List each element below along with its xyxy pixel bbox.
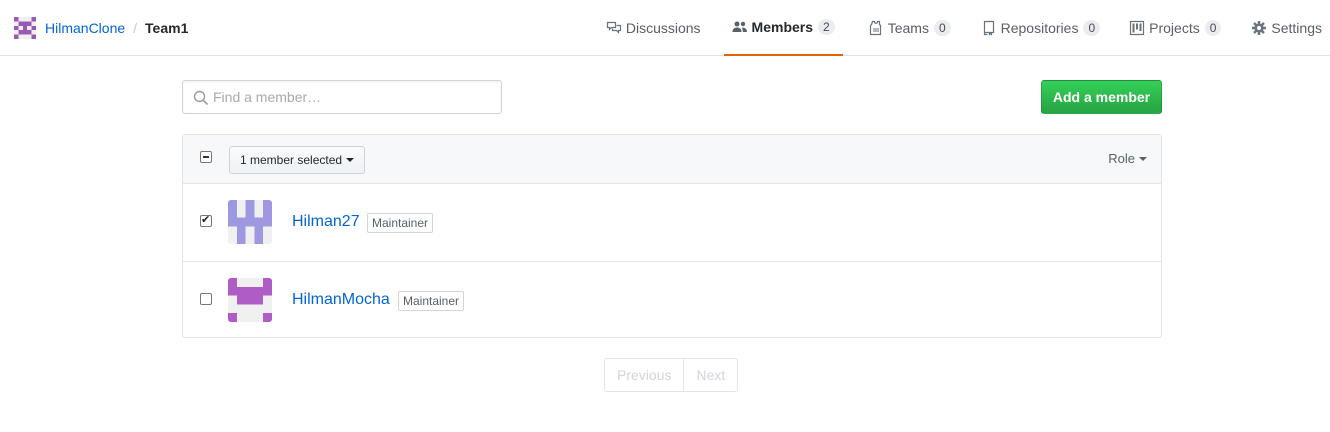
role-filter-label: Role <box>1108 151 1135 166</box>
people-icon <box>732 21 747 32</box>
teams-count-badge: 0 <box>933 20 951 36</box>
select-all-checkbox[interactable] <box>200 151 212 163</box>
chevron-down-icon <box>346 158 355 162</box>
tab-label: Teams <box>887 20 929 36</box>
team-header: HilmanClone / Team1 Discussions Members … <box>0 0 1330 56</box>
tab-repositories[interactable]: Repositories 0 <box>973 0 1109 56</box>
repositories-count-badge: 0 <box>1083 20 1101 36</box>
jersey-icon <box>869 20 881 36</box>
team-tabs: Discussions Members 2 Teams 0 Repositori… <box>598 0 1330 56</box>
bulk-actions-dropdown[interactable]: 1 member selected <box>229 146 366 174</box>
member-checkbox[interactable] <box>200 293 212 305</box>
tab-label: Repositories <box>1000 20 1079 36</box>
tab-label: Settings <box>1271 20 1322 36</box>
breadcrumb-separator: / <box>133 20 138 36</box>
tab-discussions[interactable]: Discussions <box>598 0 709 56</box>
pagination: Previous Next <box>604 358 739 392</box>
member-row: HilmanMocha Maintainer <box>183 261 1161 338</box>
members-list-header: 1 member selected Role <box>183 135 1161 184</box>
previous-page-button[interactable]: Previous <box>605 359 683 391</box>
members-list: 1 member selected Role Hilman27 Maintain… <box>182 134 1162 338</box>
members-count-badge: 2 <box>818 19 835 35</box>
repo-icon <box>983 20 994 36</box>
member-search <box>182 80 502 114</box>
tab-label: Members <box>751 19 814 35</box>
org-avatar[interactable] <box>14 17 36 39</box>
projects-count-badge: 0 <box>1204 20 1222 36</box>
breadcrumb: HilmanClone / Team1 <box>14 17 188 39</box>
next-page-button[interactable]: Next <box>683 359 737 391</box>
avatar[interactable] <box>228 200 272 244</box>
role-filter-dropdown[interactable]: Role <box>1108 151 1147 166</box>
comment-discussion-icon <box>606 21 621 34</box>
member-name-link[interactable]: Hilman27 <box>292 213 360 231</box>
project-icon <box>1130 20 1145 36</box>
member-checkbox[interactable] <box>200 213 212 227</box>
team-name: Team1 <box>145 20 189 36</box>
tab-settings[interactable]: Settings <box>1243 0 1330 56</box>
search-icon <box>193 90 209 106</box>
role-badge: Maintainer <box>398 291 465 311</box>
tab-label: Discussions <box>625 20 701 36</box>
gear-icon <box>1252 21 1267 35</box>
tab-label: Projects <box>1149 20 1200 36</box>
chevron-down-icon <box>1139 156 1147 161</box>
org-link[interactable]: HilmanClone <box>45 20 125 36</box>
member-row: Hilman27 Maintainer <box>183 184 1161 261</box>
role-badge: Maintainer <box>367 213 434 233</box>
tab-members[interactable]: Members 2 <box>723 0 843 56</box>
search-input[interactable] <box>213 88 493 106</box>
avatar[interactable] <box>228 278 272 322</box>
selection-count-label: 1 member selected <box>240 153 343 167</box>
tab-teams[interactable]: Teams 0 <box>860 0 959 56</box>
add-member-button[interactable]: Add a member <box>1041 80 1162 114</box>
member-name-link[interactable]: HilmanMocha <box>292 291 390 309</box>
tab-projects[interactable]: Projects 0 <box>1121 0 1229 56</box>
